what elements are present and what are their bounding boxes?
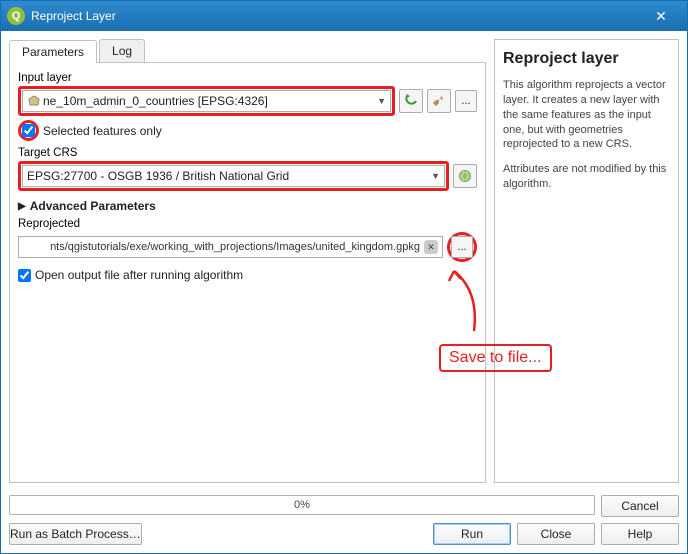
tab-parameters[interactable]: Parameters [9,40,97,63]
refresh-icon[interactable] [399,89,423,113]
cancel-button[interactable]: Cancel [601,495,679,517]
input-layer-combo[interactable]: ne_10m_admin_0_countries [EPSG:4326] ▼ [22,90,391,112]
close-icon[interactable]: ✕ [641,8,681,25]
progress-bar: 0% [9,495,595,515]
target-crs-label: Target CRS [18,147,477,159]
help-para-2: Attributes are not modified by this algo… [503,162,670,192]
expand-icon: ▶ [18,201,26,212]
help-panel: Reproject layer This algorithm reproject… [494,39,679,483]
selected-features-only-label: Selected features only [43,124,162,138]
target-crs-value: EPSG:27700 - OSGB 1936 / British Nationa… [27,169,289,183]
open-output-label: Open output file after running algorithm [35,268,243,282]
reprojected-browse-button[interactable]: ... [451,236,473,258]
run-button[interactable]: Run [433,523,511,545]
reprojected-path-input[interactable]: nts/qgistutorials/exe/working_with_proje… [18,236,443,258]
help-title: Reproject layer [503,50,670,68]
close-button[interactable]: Close [517,523,595,545]
reprojected-path-value: nts/qgistutorials/exe/working_with_proje… [50,241,420,253]
open-output-checkbox[interactable] [18,269,31,282]
run-batch-button[interactable]: Run as Batch Process… [9,523,142,545]
app-icon: Q [7,7,25,25]
input-layer-label: Input layer [18,72,477,84]
target-crs-combo[interactable]: EPSG:27700 - OSGB 1936 / British Nationa… [22,165,445,187]
input-layer-browse-button[interactable]: ... [455,90,477,112]
chevron-down-icon: ▼ [431,171,440,181]
input-layer-value: ne_10m_admin_0_countries [EPSG:4326] [43,94,268,108]
chevron-down-icon: ▼ [377,96,386,106]
tab-log[interactable]: Log [99,39,145,62]
window-title: Reproject Layer [31,9,641,23]
polygon-icon [27,94,41,108]
wrench-icon[interactable] [427,89,451,113]
help-para-1: This algorithm reprojects a vector layer… [503,78,670,152]
help-button[interactable]: Help [601,523,679,545]
crs-select-icon[interactable] [453,164,477,188]
selected-features-only-checkbox[interactable] [22,124,35,137]
advanced-parameters-toggle[interactable]: ▶ Advanced Parameters [18,199,477,213]
clear-icon[interactable]: ✕ [424,240,438,254]
reprojected-label: Reprojected [18,218,477,230]
